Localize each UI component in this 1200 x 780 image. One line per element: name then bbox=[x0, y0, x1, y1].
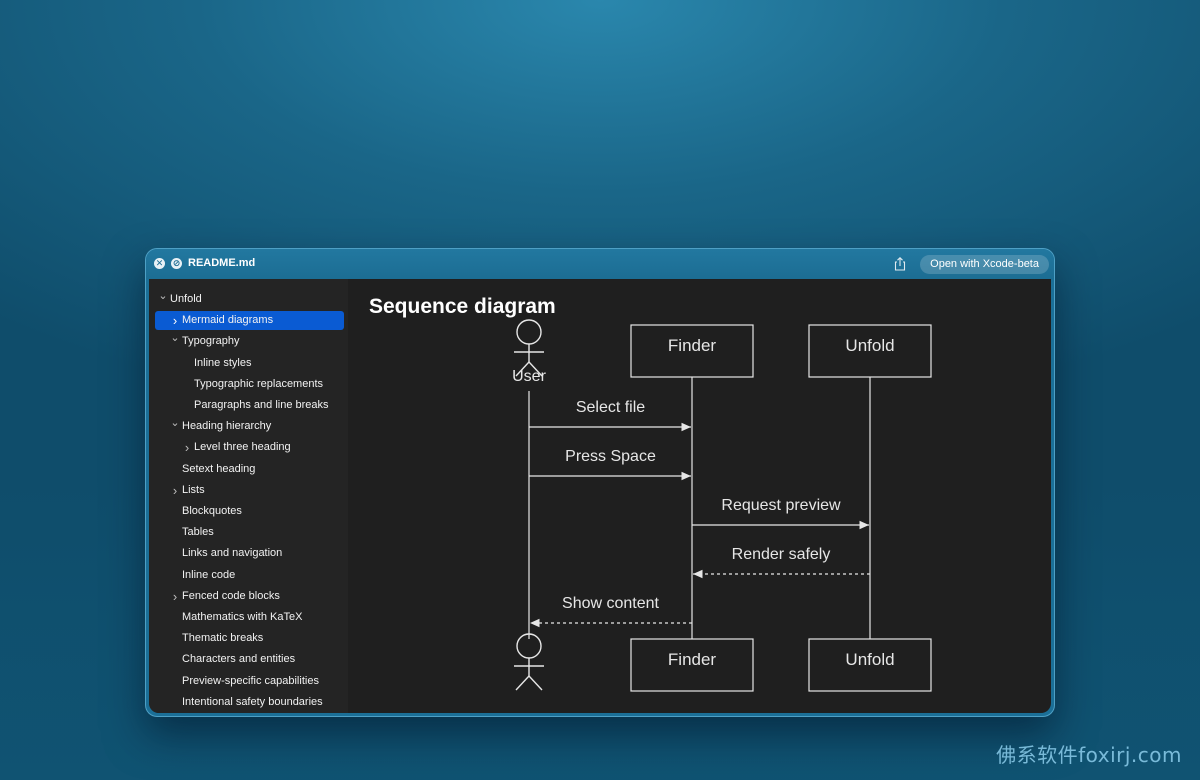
participant-label: Finder bbox=[668, 336, 717, 355]
sidebar-item[interactable]: ⌄ Typography bbox=[149, 332, 348, 351]
chevron-right-icon[interactable]: › bbox=[182, 438, 192, 457]
document-view: Sequence diagram User Finder Unfold Select … bbox=[348, 279, 1051, 713]
sidebar-item[interactable]: Inline code bbox=[149, 566, 348, 585]
outline-sidebar: ⌄ Unfold › Mermaid diagrams ⌄ Typography Inlin… bbox=[149, 279, 348, 713]
message-label: Select file bbox=[576, 399, 645, 416]
sidebar-item-label: Fenced code blocks bbox=[182, 589, 280, 602]
sidebar-item-label: Mathematics with KaTeX bbox=[182, 611, 303, 623]
sidebar-item-label: Unfold bbox=[170, 293, 202, 305]
message-label: Show content bbox=[562, 595, 660, 612]
sidebar-item-label: Links and navigation bbox=[182, 547, 283, 560]
chevron-right-icon[interactable]: › bbox=[170, 587, 180, 606]
title-bar: ✕ ⊘ README.md Open with Xcode-beta bbox=[146, 249, 1054, 279]
actor-user-footer-leg bbox=[515, 675, 530, 691]
sidebar-item[interactable]: ⌄ Heading hierarchy bbox=[149, 417, 348, 436]
open-with-button[interactable]: Open with Xcode-beta bbox=[920, 255, 1049, 274]
sidebar-item[interactable]: › Fenced code blocks bbox=[149, 587, 348, 606]
chevron-down-icon[interactable]: ⌄ bbox=[158, 287, 168, 306]
fullscreen-icon[interactable]: ⊘ bbox=[171, 258, 182, 269]
chevron-right-icon[interactable]: › bbox=[170, 481, 180, 500]
sidebar-item[interactable]: ⌄ Unfold bbox=[149, 290, 348, 309]
sidebar-item-label: Characters and entities bbox=[182, 653, 296, 666]
chevron-down-icon[interactable]: ⌄ bbox=[170, 329, 180, 348]
sidebar-item[interactable]: Characters and entities bbox=[149, 650, 348, 669]
close-icon[interactable]: ✕ bbox=[154, 258, 165, 269]
sidebar-item-label: Typographic replacements bbox=[194, 377, 324, 390]
actor-user-footer-leg bbox=[528, 675, 543, 691]
sidebar-item-label: Blockquotes bbox=[182, 505, 242, 517]
sidebar-item-label: Paragraphs and line breaks bbox=[194, 399, 329, 411]
participant-label: User bbox=[512, 368, 546, 385]
sidebar-item-label: Preview-specific capabilities bbox=[182, 674, 319, 687]
sidebar-item[interactable]: Thematic breaks bbox=[149, 629, 348, 648]
sequence-diagram: User Finder Unfold Select file Press Space Re… bbox=[512, 319, 932, 692]
window-title: README.md bbox=[188, 257, 256, 269]
sidebar-item-label: Thematic breaks bbox=[182, 632, 264, 645]
sidebar-item[interactable]: Typographic replacements bbox=[149, 375, 348, 394]
sidebar-item-label: Typography bbox=[182, 335, 240, 348]
sidebar-item[interactable]: Intentional safety boundaries bbox=[149, 693, 348, 712]
sidebar-item-label: Level three heading bbox=[194, 441, 291, 454]
sidebar-item[interactable]: Links and navigation bbox=[149, 544, 348, 563]
sidebar-item-label: Lists bbox=[182, 483, 205, 496]
sidebar-item[interactable]: Preview-specific capabilities bbox=[149, 672, 348, 691]
chevron-right-icon[interactable]: › bbox=[170, 311, 180, 330]
sidebar-item[interactable]: Setext heading bbox=[149, 460, 348, 479]
sidebar-item-label: Heading hierarchy bbox=[182, 420, 272, 433]
sidebar-item[interactable]: Tables bbox=[149, 523, 348, 542]
sidebar-item[interactable]: › Level three heading bbox=[149, 438, 348, 457]
sidebar-item[interactable]: › Lists bbox=[149, 481, 348, 500]
participant-label: Finder bbox=[668, 650, 717, 669]
share-icon[interactable] bbox=[894, 257, 906, 271]
sidebar-item-label: Inline styles bbox=[194, 356, 252, 369]
sidebar-item[interactable]: Mathematics with KaTeX bbox=[149, 608, 348, 627]
message-label: Request preview bbox=[721, 497, 841, 514]
actor-user-head bbox=[516, 319, 542, 345]
watermark: 佛系软件foxirj.com bbox=[996, 743, 1182, 767]
preview-content: ⌄ Unfold › Mermaid diagrams ⌄ Typography Inlin… bbox=[149, 279, 1051, 713]
sidebar-item-label: Tables bbox=[182, 526, 214, 539]
sidebar-item-label: Mermaid diagrams bbox=[182, 314, 274, 327]
sidebar-item-label: Setext heading bbox=[182, 462, 256, 475]
sidebar-item[interactable]: Blockquotes bbox=[149, 502, 348, 521]
sidebar-item[interactable]: › Mermaid diagrams bbox=[155, 311, 344, 331]
participant-label: Unfold bbox=[845, 336, 894, 355]
message-label: Press Space bbox=[565, 448, 656, 465]
participant-label: Unfold bbox=[845, 650, 894, 669]
sidebar-item[interactable]: Paragraphs and line breaks bbox=[149, 396, 348, 415]
sidebar-item-label: Inline code bbox=[182, 568, 236, 581]
quicklook-window: ✕ ⊘ README.md Open with Xcode-beta ⌄ Unfo… bbox=[145, 248, 1055, 717]
sidebar-item[interactable]: Inline styles bbox=[149, 354, 348, 373]
sidebar-item-label: Intentional safety boundaries bbox=[182, 695, 323, 708]
message-label: Render safely bbox=[732, 546, 831, 563]
chevron-down-icon[interactable]: ⌄ bbox=[170, 414, 180, 433]
